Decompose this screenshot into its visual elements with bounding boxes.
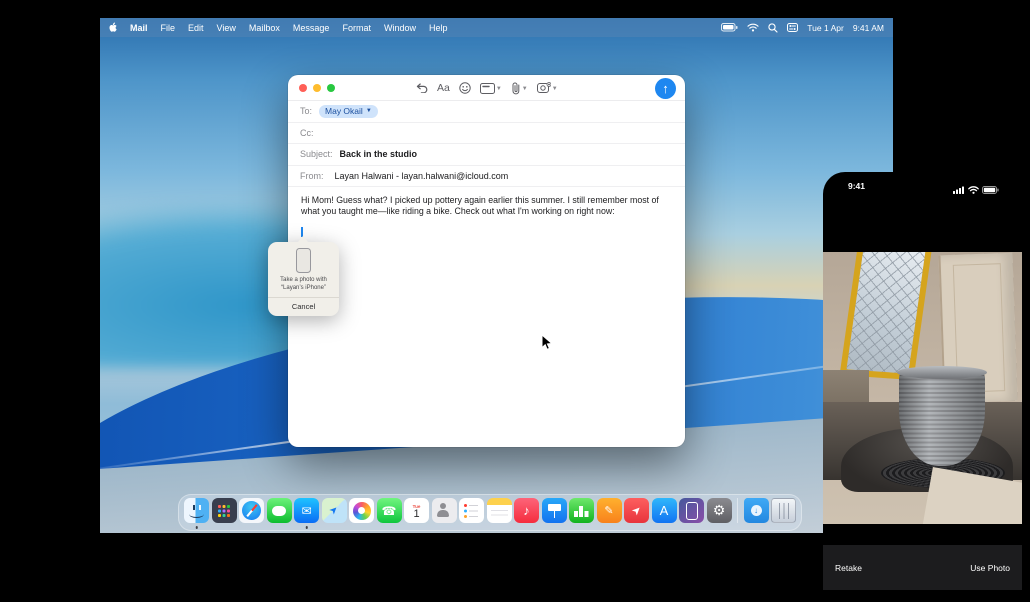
popup-title-line1: Take a photo with (271, 277, 336, 285)
dock-item-reminders-icon[interactable] (459, 498, 484, 523)
cc-field[interactable]: Cc: (288, 123, 685, 145)
dock-item-launchpad-icon[interactable] (212, 498, 237, 523)
subject-field[interactable]: Subject: Back in the studio (288, 144, 685, 166)
continuity-camera-popup: Take a photo with “Layan’s iPhone” Cance… (268, 236, 339, 316)
dock-item-calendar-icon[interactable]: Tue1 (404, 498, 429, 523)
header-fields-icon[interactable]: ▼ (480, 83, 502, 94)
dock-item-maps-icon[interactable] (322, 498, 347, 523)
dock-item-finder-icon[interactable] (184, 498, 209, 523)
subject-label: Subject: (300, 149, 333, 159)
dock-item-photos-icon[interactable] (349, 498, 374, 523)
cellular-signal-icon (953, 181, 965, 199)
menubar-date[interactable]: Tue 1 Apr (807, 23, 844, 33)
dock-item-music-icon[interactable]: ♪ (514, 498, 539, 523)
calendar-day: 1 (413, 509, 419, 520)
menubar-time[interactable]: 9:41 AM (853, 23, 884, 33)
zoom-button[interactable] (327, 84, 335, 92)
menu-item-format[interactable]: Format (342, 23, 371, 33)
menu-item-mail[interactable]: Mail (130, 23, 148, 33)
dock-item-messages-icon[interactable] (267, 498, 292, 523)
menu-item-help[interactable]: Help (429, 23, 448, 33)
menu-item-mailbox[interactable]: Mailbox (249, 23, 280, 33)
minimize-button[interactable] (313, 84, 321, 92)
dock-item-settings-icon[interactable]: ⚙ (707, 498, 732, 523)
send-button[interactable]: ↑ (655, 78, 676, 99)
recipient-token[interactable]: May Okail▼ (319, 105, 378, 118)
camera-preview (823, 252, 1022, 524)
dock-item-safari-icon[interactable] (239, 498, 264, 523)
token-chevron-icon: ▼ (366, 108, 372, 114)
to-label: To: (300, 106, 312, 116)
apple-logo-icon[interactable] (109, 22, 118, 33)
menu-item-file[interactable]: File (161, 23, 176, 33)
dock-item-iphonemirroring-icon[interactable] (679, 498, 704, 523)
dock-divider (737, 498, 738, 523)
cancel-button[interactable]: Cancel (268, 298, 339, 316)
wifi-icon[interactable] (747, 23, 759, 32)
insert-photo-icon[interactable]: ▼ (537, 82, 558, 94)
from-label: From: (300, 171, 324, 181)
from-value: Layan Halwani - layan.halwani@icloud.com (335, 171, 509, 181)
dock-item-pages-icon[interactable]: ✎ (597, 498, 622, 523)
iphone-continuity-camera-screen: 9:41 Retake Use Photo (823, 172, 1022, 597)
mail-compose-window: Aa ▼ ▼ ▼ ↑ To: (288, 75, 685, 447)
message-body[interactable]: Hi Mom! Guess what? I picked up pottery … (288, 187, 685, 225)
close-button[interactable] (299, 84, 307, 92)
spotlight-search-icon[interactable] (768, 23, 778, 33)
running-indicator-dot (195, 526, 198, 529)
subject-value: Back in the studio (340, 149, 418, 159)
from-field[interactable]: From: Layan Halwani - layan.halwani@iclo… (288, 166, 685, 188)
undo-icon[interactable] (416, 83, 428, 93)
dock-item-downloads-icon[interactable] (744, 498, 769, 523)
control-center-icon[interactable] (787, 23, 798, 32)
use-photo-button[interactable]: Use Photo (970, 563, 1010, 573)
running-indicator-dot (305, 526, 308, 529)
battery-icon[interactable] (721, 23, 738, 32)
dock: ✉ ☎Tue1 ♪ ✎ A ⚙ (178, 494, 802, 532)
camera-action-bar: Retake Use Photo (823, 545, 1022, 590)
iphone-clock: 9:41 (848, 181, 865, 191)
dock-item-trash-icon[interactable] (771, 498, 796, 523)
dock-item-numbers-icon[interactable] (569, 498, 594, 523)
menu-bar: Mail File Edit View Mailbox Message Format Wind… (100, 18, 893, 37)
emoji-icon[interactable] (459, 82, 471, 94)
iphone-status-bar: 9:41 (823, 180, 1022, 194)
menu-item-window[interactable]: Window (384, 23, 416, 33)
dock-item-phone-icon[interactable]: ☎ (377, 498, 402, 523)
iphone-icon (296, 248, 311, 273)
retake-button[interactable]: Retake (835, 563, 862, 573)
message-text: Hi Mom! Guess what? I picked up pottery … (301, 195, 672, 217)
dock-item-keynote-icon[interactable] (542, 498, 567, 523)
dock-item-mail-icon[interactable]: ✉ (294, 498, 319, 523)
compose-toolbar: Aa ▼ ▼ ▼ ↑ (288, 75, 685, 101)
to-field[interactable]: To: May Okail▼ (288, 101, 685, 123)
mac-desktop: Mail File Edit View Mailbox Message Format Wind… (100, 18, 893, 533)
dock-item-notes-icon[interactable] (487, 498, 512, 523)
menu-item-message[interactable]: Message (293, 23, 330, 33)
cc-label: Cc: (300, 128, 314, 138)
format-text-icon[interactable]: Aa (437, 82, 450, 94)
mouse-pointer-icon (541, 334, 553, 356)
dock-item-appstore-icon[interactable]: A (652, 498, 677, 523)
dock-item-rocket-icon[interactable] (624, 498, 649, 523)
studio-window (840, 252, 933, 380)
attachment-icon[interactable]: ▼ (511, 82, 528, 95)
popup-title-line2: “Layan’s iPhone” (271, 285, 336, 293)
menu-item-view[interactable]: View (217, 23, 236, 33)
menu-item-edit[interactable]: Edit (188, 23, 204, 33)
dock-item-contacts-icon[interactable] (432, 498, 457, 523)
battery-icon (982, 181, 999, 199)
wifi-icon (968, 181, 979, 199)
